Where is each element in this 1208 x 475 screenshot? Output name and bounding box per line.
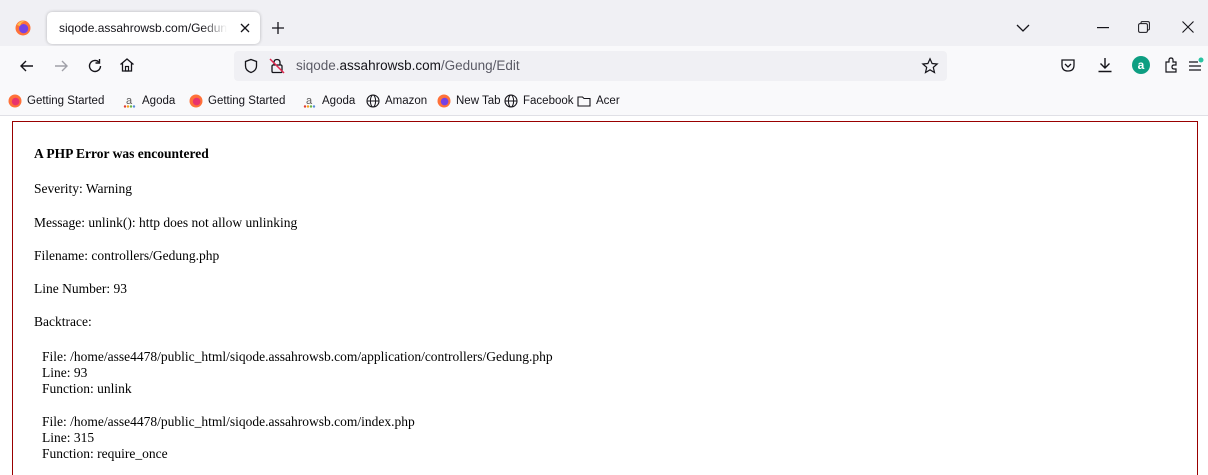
firefox-icon xyxy=(189,94,203,108)
php-error-box: A PHP Error was encountered Severity: Wa… xyxy=(12,121,1198,475)
forward-arrow-icon xyxy=(55,60,68,72)
firefox-menu-icon[interactable] xyxy=(15,20,31,36)
pocket-icon[interactable] xyxy=(1060,57,1076,73)
bookmark-label: Amazon xyxy=(385,95,428,107)
extension-icon[interactable]: a xyxy=(1132,56,1150,74)
page-content: A PHP Error was encountered Severity: Wa… xyxy=(0,117,1208,475)
url-prefix: siqode. xyxy=(296,58,340,73)
tab-active[interactable]: siqode.assahrowsb.com/Gedung/Edit xyxy=(47,12,260,44)
bookmark-label: Getting Started xyxy=(208,95,286,107)
back-arrow-icon[interactable] xyxy=(18,57,36,75)
globe-icon xyxy=(504,94,518,108)
downloads-icon[interactable] xyxy=(1096,56,1114,74)
error-line-number: Line Number: 93 xyxy=(34,281,127,296)
error-message: Message: unlink(): http does not allow u… xyxy=(34,215,298,230)
bookmark-label: New Tab xyxy=(456,95,501,107)
bookmarks-toolbar: Getting Started a Agoda Getting Started … xyxy=(0,86,1208,116)
backtrace-entry: File: /home/asse4478/public_html/siqode.… xyxy=(42,349,553,397)
svg-text:a: a xyxy=(306,95,313,107)
backtrace-line: Line: 315 xyxy=(42,430,95,445)
globe-icon xyxy=(366,94,380,108)
tab-close-icon[interactable] xyxy=(237,20,253,36)
tab-title: siqode.assahrowsb.com/Gedung/Edit xyxy=(59,21,227,35)
folder-icon xyxy=(577,96,591,107)
bookmark-item[interactable]: Amazon xyxy=(366,93,427,109)
bookmark-item[interactable]: Getting Started xyxy=(8,93,104,109)
window-minimize-icon[interactable] xyxy=(1097,27,1109,29)
window-restore-icon[interactable] xyxy=(1138,21,1150,33)
url-text[interactable]: siqode.assahrowsb.com/Gedung/Edit xyxy=(296,58,520,73)
bookmark-label: Getting Started xyxy=(27,95,105,107)
home-icon[interactable] xyxy=(118,56,136,74)
firefox-icon xyxy=(437,94,451,108)
extensions-puzzle-icon[interactable] xyxy=(1163,56,1181,74)
list-all-tabs-chevron-icon[interactable] xyxy=(1016,23,1030,33)
bookmark-item[interactable]: Facebook xyxy=(504,93,574,109)
backtrace-function: Function: unlink xyxy=(42,381,132,396)
bookmark-label: Acer xyxy=(596,95,620,107)
backtrace-file: File: /home/asse4478/public_html/siqode.… xyxy=(42,414,415,429)
bookmark-item[interactable]: New Tab xyxy=(437,93,501,109)
backtrace-line: Line: 93 xyxy=(42,365,88,380)
bookmark-label: Agoda xyxy=(142,95,176,107)
error-filename: Filename: controllers/Gedung.php xyxy=(34,248,220,263)
new-tab-plus-icon[interactable] xyxy=(271,21,285,35)
bookmark-item[interactable]: Acer xyxy=(577,93,620,109)
bookmark-item[interactable]: a Agoda xyxy=(303,93,355,109)
bookmark-item[interactable]: Getting Started xyxy=(189,93,285,109)
backtrace-function: Function: require_once xyxy=(42,446,168,461)
error-heading: A PHP Error was encountered xyxy=(34,146,209,161)
bookmark-item[interactable]: a Agoda xyxy=(123,93,175,109)
url-host: assahrowsb.com xyxy=(339,58,441,73)
reload-icon[interactable] xyxy=(86,57,104,75)
backtrace-label: Backtrace: xyxy=(34,314,92,329)
url-bar[interactable]: siqode.assahrowsb.com/Gedung/Edit xyxy=(234,51,947,81)
bookmark-label: Facebook xyxy=(523,95,574,107)
error-severity: Severity: Warning xyxy=(34,181,133,196)
agoda-icon: a xyxy=(303,95,316,108)
tracking-shield-icon[interactable] xyxy=(243,58,259,74)
firefox-icon xyxy=(8,94,22,108)
agoda-icon: a xyxy=(123,95,136,108)
navigation-toolbar: siqode.assahrowsb.com/Gedung/Edit a xyxy=(0,46,1208,86)
tab-strip: siqode.assahrowsb.com/Gedung/Edit xyxy=(0,0,1208,46)
backtrace-entry: File: /home/asse4478/public_html/siqode.… xyxy=(42,414,415,462)
bookmark-star-icon[interactable] xyxy=(921,57,939,75)
url-path: /Gedung/Edit xyxy=(440,58,520,73)
insecure-lock-icon[interactable] xyxy=(268,57,286,75)
window-close-icon[interactable] xyxy=(1182,21,1194,33)
backtrace-file: File: /home/asse4478/public_html/siqode.… xyxy=(42,349,553,364)
svg-text:a: a xyxy=(126,95,133,107)
bookmark-label: Agoda xyxy=(322,95,356,107)
app-menu-icon[interactable] xyxy=(1188,56,1204,74)
